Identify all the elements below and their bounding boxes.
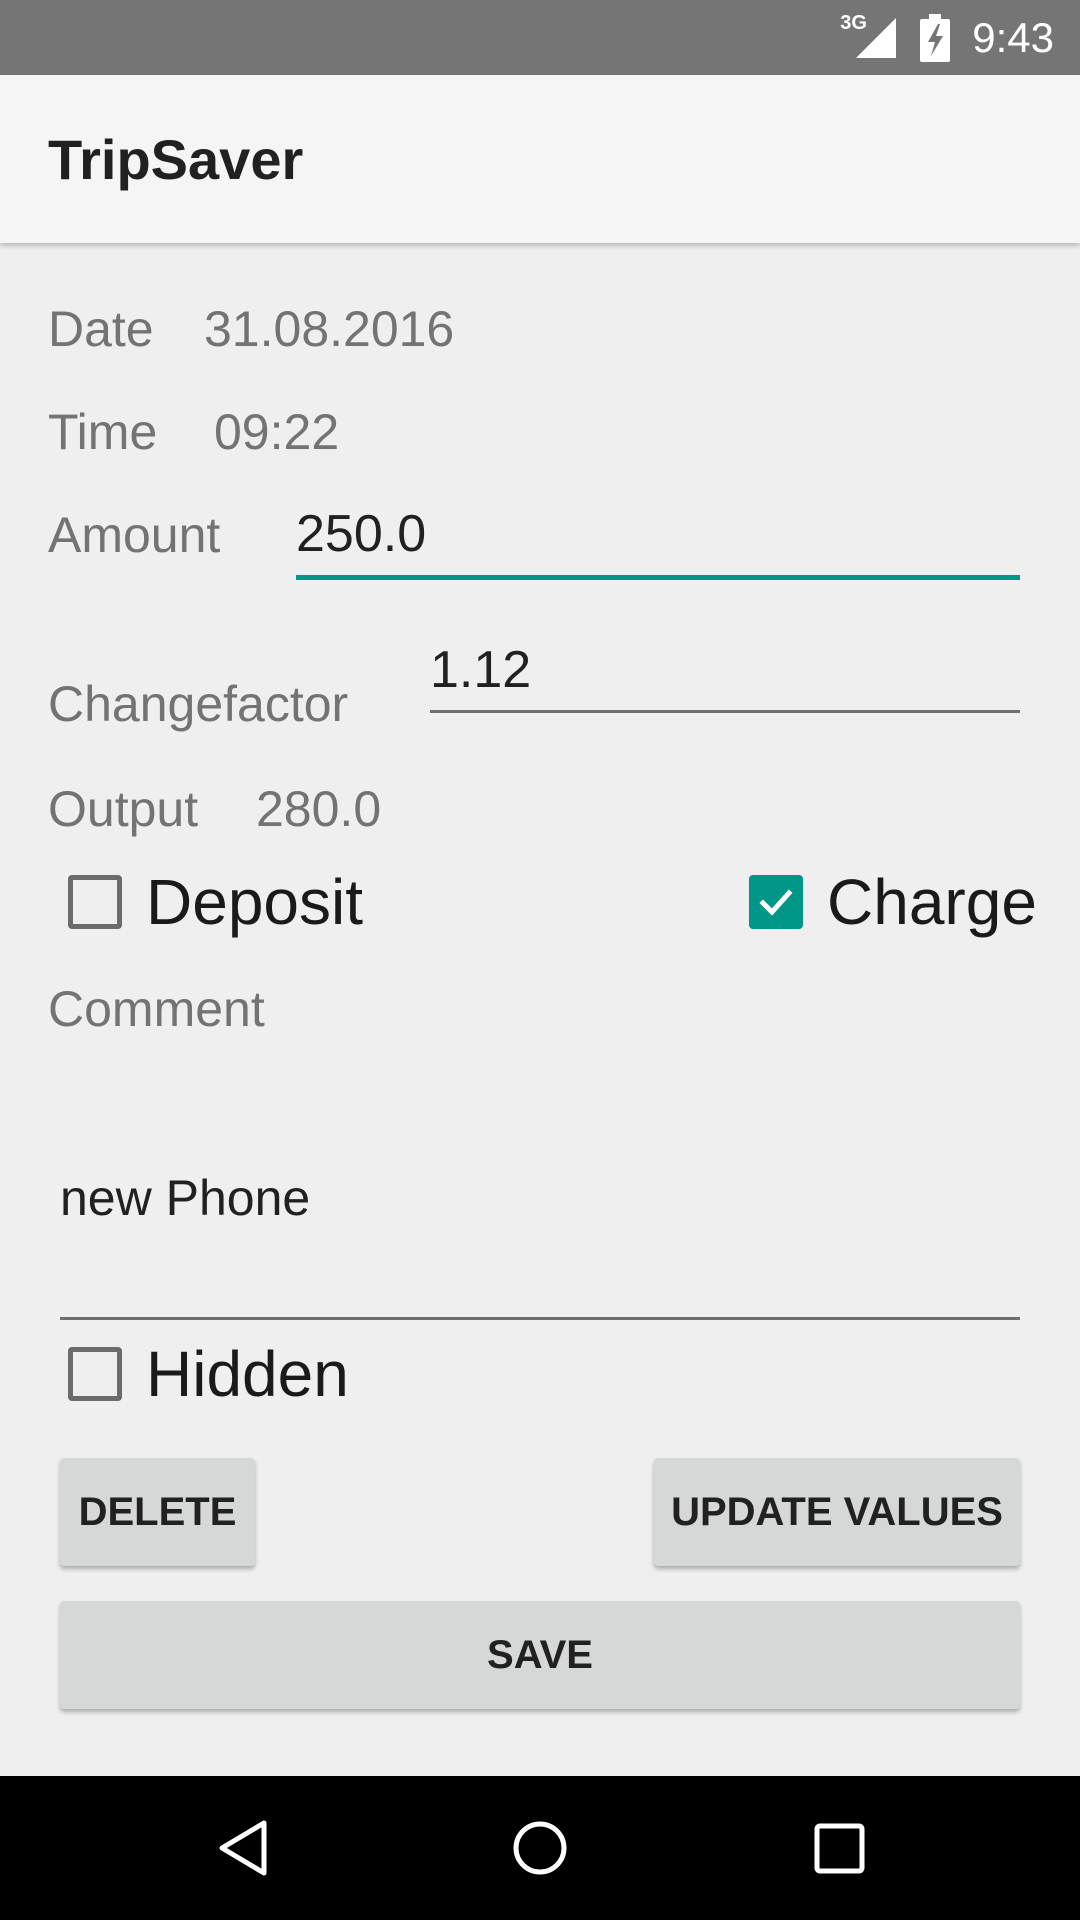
screen: 3G 9:43 TripSaver Date 31.08.2016 Time 0…	[0, 0, 1080, 1920]
comment-input[interactable]	[60, 1165, 1020, 1231]
hidden-checkbox[interactable]	[68, 1347, 122, 1401]
status-icons: 3G 9:43	[840, 0, 1054, 75]
amount-input[interactable]	[296, 501, 1020, 567]
hidden-checkbox-row[interactable]: Hidden	[68, 1337, 349, 1411]
trip-form: Date 31.08.2016 Time 09:22 Amount Change…	[0, 243, 1080, 1776]
signal-icon	[856, 17, 897, 58]
charge-checkbox-row[interactable]: Charge	[749, 865, 1037, 939]
deposit-label[interactable]: Deposit	[146, 865, 363, 939]
battery-charging-icon	[920, 13, 951, 62]
back-icon[interactable]	[214, 1818, 274, 1878]
status-clock: 9:43	[972, 13, 1054, 61]
network-indicator: 3G	[840, 12, 898, 60]
changefactor-input-underline	[430, 710, 1020, 713]
status-bar: 3G 9:43	[0, 0, 1080, 75]
deposit-checkbox-row[interactable]: Deposit	[68, 865, 363, 939]
comment-input-underline	[60, 1317, 1020, 1320]
check-icon	[759, 889, 793, 916]
changefactor-label: Changefactor	[48, 676, 349, 732]
comment-label: Comment	[48, 981, 265, 1037]
save-button[interactable]: SAVE	[60, 1601, 1020, 1709]
changefactor-input[interactable]	[430, 637, 1020, 703]
delete-button[interactable]: DELETE	[60, 1458, 255, 1566]
app-bar: TripSaver	[0, 75, 1080, 243]
update-values-button[interactable]: UPDATE VALUES	[654, 1458, 1020, 1566]
output-label: Output	[48, 781, 199, 837]
time-label: Time	[48, 404, 158, 460]
date-label: Date	[48, 301, 154, 357]
amount-label: Amount	[48, 507, 221, 563]
charge-checkbox[interactable]	[749, 875, 803, 929]
hidden-label[interactable]: Hidden	[146, 1337, 349, 1411]
output-value: 280.0	[256, 781, 382, 837]
time-value[interactable]: 09:22	[214, 403, 339, 461]
recents-icon[interactable]	[812, 1818, 868, 1878]
date-value[interactable]: 31.08.2016	[204, 300, 454, 358]
navigation-bar	[0, 1776, 1080, 1920]
home-icon[interactable]	[510, 1818, 570, 1878]
amount-input-underline	[296, 575, 1020, 580]
charge-label[interactable]: Charge	[827, 865, 1037, 939]
app-title: TripSaver	[48, 128, 304, 191]
deposit-checkbox[interactable]	[68, 875, 122, 929]
